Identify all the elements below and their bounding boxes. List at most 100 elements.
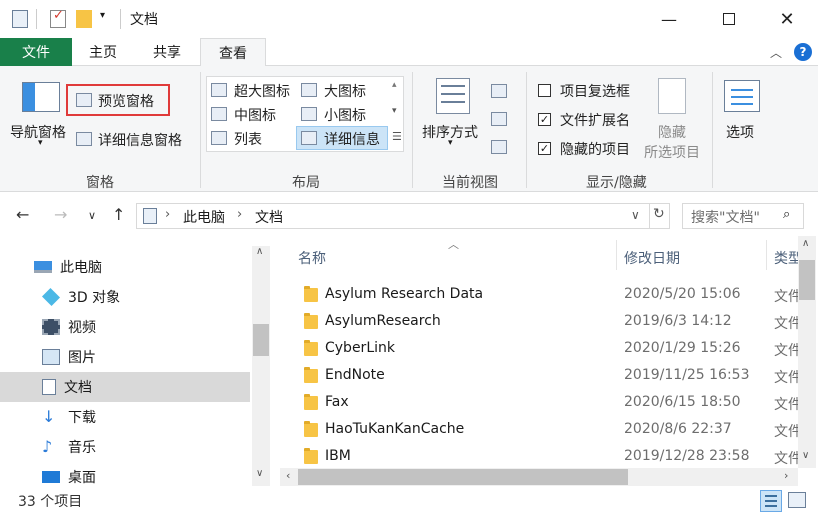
back-arrow-icon[interactable]: ← — [16, 205, 29, 224]
recent-locations-icon[interactable]: ∨ — [88, 209, 96, 222]
scroll-up-icon[interactable]: ▴ — [392, 80, 397, 90]
medium-icons-option[interactable]: 中图标 — [234, 105, 276, 125]
item-count: 33 个项目 — [18, 494, 83, 510]
file-name: Fax — [325, 394, 349, 410]
nav-item-label: 文档 — [64, 380, 92, 396]
layout-group-label: 布局 — [292, 175, 320, 191]
navigation-pane-icon[interactable] — [22, 82, 60, 112]
more-layouts-icon[interactable]: ☰ — [392, 130, 402, 143]
preview-pane-button[interactable]: 预览窗格 — [98, 91, 154, 111]
table-row[interactable]: Fax 2020/6/15 18:50 文件 — [296, 390, 816, 417]
tab-share[interactable]: 共享 — [134, 38, 200, 66]
maximize-button[interactable] — [704, 0, 754, 38]
table-row[interactable]: AsylumResearch 2019/6/3 14:12 文件 — [296, 309, 816, 336]
nav-scrollbar-thumb[interactable] — [253, 324, 269, 356]
chevron-down-icon[interactable]: ▾ — [448, 138, 453, 148]
table-row[interactable]: CyberLink 2020/1/29 15:26 文件 — [296, 336, 816, 363]
scroll-left-icon[interactable]: ‹ — [286, 469, 290, 482]
hidden-items-checkbox[interactable]: ✓ — [538, 142, 551, 155]
close-icon: ✕ — [779, 8, 795, 30]
scroll-right-icon[interactable]: › — [784, 469, 788, 482]
table-row[interactable]: Asylum Research Data 2020/5/20 15:06 文件 — [296, 282, 816, 309]
search-icon[interactable]: ⌕ — [783, 207, 790, 222]
up-arrow-icon[interactable]: ↑ — [112, 205, 125, 224]
document-properties-icon[interactable] — [12, 10, 28, 28]
scroll-down-icon[interactable]: ∨ — [802, 450, 809, 461]
column-header-name[interactable]: 名称 — [298, 248, 326, 268]
nav-item-label: 下载 — [68, 410, 96, 426]
scroll-down-icon[interactable]: ∨ — [256, 468, 263, 479]
details-option[interactable]: 详细信息 — [324, 129, 380, 149]
new-folder-icon[interactable] — [76, 10, 92, 28]
sort-ascending-icon: ︿ — [448, 238, 459, 251]
details-pane-button[interactable]: 详细信息窗格 — [98, 130, 182, 150]
sort-by-icon[interactable] — [436, 78, 470, 114]
details-view-icon — [301, 131, 317, 145]
collapse-ribbon-icon[interactable]: ︿ — [770, 44, 782, 61]
large-icons-view-toggle[interactable] — [788, 492, 806, 508]
breadcrumb-this-pc[interactable]: 此电脑 — [183, 207, 225, 227]
nav-item-music[interactable]: ♪ 音乐 — [0, 432, 250, 462]
scroll-up-icon[interactable]: ∧ — [256, 246, 263, 257]
file-list-scrollbar-thumb[interactable] — [799, 260, 815, 300]
nav-item-downloads[interactable]: ↓ 下载 — [0, 402, 250, 432]
search-input[interactable]: 搜索"文档" — [691, 207, 760, 227]
file-list-scrollbar[interactable]: ∧ ∨ — [798, 236, 816, 468]
large-icons-option[interactable]: 大图标 — [324, 81, 366, 101]
scroll-up-icon[interactable]: ∧ — [802, 238, 809, 249]
nav-item-videos[interactable]: 视频 — [0, 312, 250, 342]
nav-scrollbar[interactable]: ∧ ∨ — [252, 246, 270, 486]
size-columns-icon[interactable] — [491, 140, 507, 154]
group-by-icon[interactable] — [491, 84, 507, 98]
address-dropdown-icon[interactable]: ∨ — [631, 208, 640, 222]
small-icons-option[interactable]: 小图标 — [324, 105, 366, 125]
tab-view[interactable]: 查看 — [200, 38, 266, 67]
minimize-button[interactable]: — — [644, 0, 694, 38]
column-header-date[interactable]: 修改日期 — [624, 248, 680, 268]
options-icon[interactable] — [724, 80, 760, 112]
file-extensions-checkbox[interactable]: ✓ — [538, 113, 551, 126]
options-button[interactable]: 选项 — [726, 122, 754, 142]
extra-large-icons-icon — [211, 83, 227, 97]
show-hide-group-label: 显示/隐藏 — [586, 175, 647, 191]
nav-item-documents[interactable]: 文档 — [0, 372, 250, 402]
search-box[interactable]: 搜索"文档" ⌕ — [682, 203, 804, 229]
refresh-icon[interactable]: ↻ — [653, 206, 665, 222]
file-date: 2019/6/3 14:12 — [624, 313, 732, 329]
file-list-hscrollbar-thumb[interactable] — [298, 469, 628, 485]
address-bar[interactable]: › 此电脑 › 文档 ∨ ↻ — [136, 203, 670, 229]
customize-toolbar-icon[interactable]: ▾ — [100, 10, 105, 21]
nav-item-pictures[interactable]: 图片 — [0, 342, 250, 372]
nav-item-this-pc[interactable]: 此电脑 — [0, 252, 250, 282]
breadcrumb-documents[interactable]: 文档 — [255, 207, 283, 227]
extra-large-icons-option[interactable]: 超大图标 — [234, 81, 290, 101]
music-icon: ♪ — [42, 437, 53, 456]
column-divider[interactable] — [766, 240, 767, 270]
details-pane-icon — [76, 132, 92, 146]
tab-home[interactable]: 主页 — [72, 38, 134, 66]
minimize-icon: — — [661, 9, 677, 29]
file-name: IBM — [325, 448, 351, 464]
file-list-hscrollbar[interactable]: ‹ › — [280, 468, 798, 486]
file-name: CyberLink — [325, 340, 395, 356]
table-row[interactable]: HaoTuKanKanCache 2020/8/6 22:37 文件 — [296, 417, 816, 444]
help-icon[interactable]: ? — [794, 43, 812, 61]
checklist-icon[interactable]: ✓ — [50, 8, 66, 28]
column-divider[interactable] — [616, 240, 617, 270]
add-columns-icon[interactable] — [491, 112, 507, 126]
folder-icon — [304, 448, 318, 464]
item-checkboxes-checkbox[interactable] — [538, 84, 551, 97]
forward-arrow-icon[interactable]: → — [54, 205, 67, 224]
table-row[interactable]: IBM 2019/12/28 23:58 文件 — [296, 444, 816, 471]
medium-icons-icon — [211, 107, 227, 121]
scroll-down-icon[interactable]: ▾ — [392, 106, 397, 116]
nav-item-label: 图片 — [68, 350, 96, 366]
tab-file[interactable]: 文件 — [0, 38, 72, 66]
close-button[interactable]: ✕ — [762, 0, 812, 38]
hide-selected-label-1: 隐藏 — [658, 125, 686, 141]
chevron-down-icon[interactable]: ▾ — [38, 138, 43, 148]
table-row[interactable]: EndNote 2019/11/25 16:53 文件 — [296, 363, 816, 390]
list-option[interactable]: 列表 — [234, 129, 262, 149]
details-view-toggle[interactable] — [760, 490, 782, 512]
nav-item-3d-objects[interactable]: 3D 对象 — [0, 282, 250, 312]
